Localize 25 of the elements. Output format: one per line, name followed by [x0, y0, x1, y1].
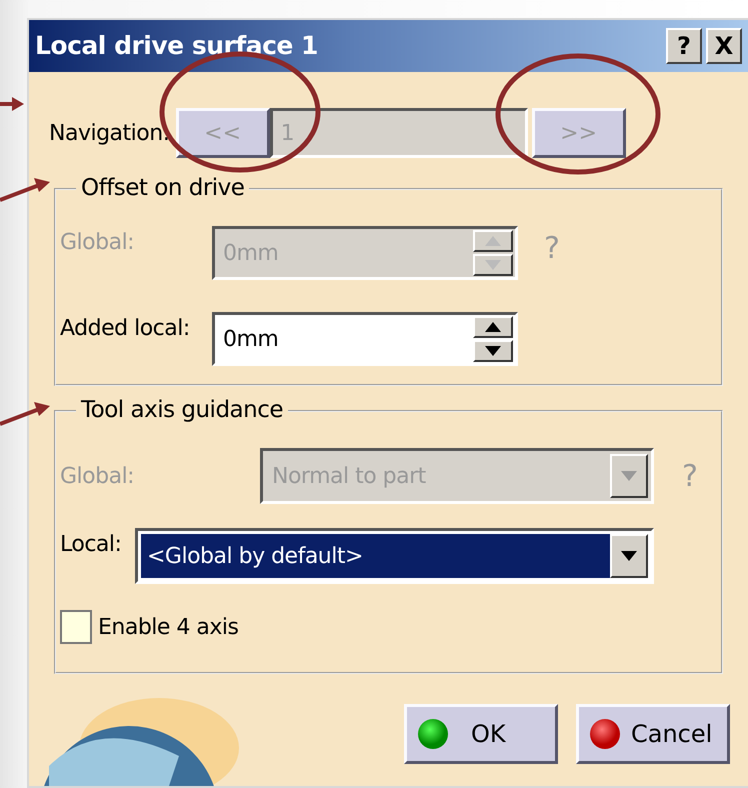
checkbox-label: Enable 4 axis: [98, 614, 238, 642]
caret-icon: [620, 550, 638, 562]
added-local-label: Added local:: [60, 315, 191, 343]
cancel-button[interactable]: Cancel: [576, 704, 730, 764]
spinner[interactable]: [473, 316, 513, 362]
checkbox[interactable]: [60, 610, 92, 644]
annotation-arrow: [0, 178, 50, 202]
caret-icon: [620, 470, 638, 482]
dropdown-button[interactable]: [610, 534, 648, 578]
annotation-arrow: [0, 97, 24, 111]
ball-icon: [589, 718, 621, 750]
ok-button[interactable]: OK: [404, 704, 558, 764]
ball-icon: [417, 718, 449, 750]
global-label: Global:: [60, 462, 136, 490]
local-label: Local:: [60, 531, 122, 559]
navigation-label: Navigation:: [49, 120, 170, 148]
local-dropdown[interactable]: <Global by default>: [135, 528, 654, 584]
help-button[interactable]: ?: [666, 28, 702, 64]
added-local-field[interactable]: 0mm: [212, 312, 518, 366]
help-mark: ?: [682, 458, 698, 496]
global-label: Global:: [60, 229, 136, 257]
close-button[interactable]: X: [706, 28, 742, 64]
annotation-arrow: [0, 402, 50, 426]
help-mark: ?: [544, 230, 560, 268]
window-title: Local drive surface 1: [35, 30, 318, 62]
